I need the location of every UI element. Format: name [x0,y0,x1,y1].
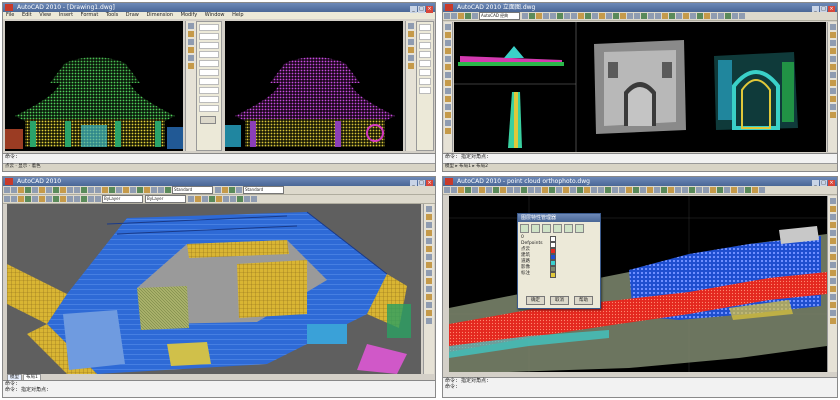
menu-tools[interactable]: Tools [106,12,118,18]
right-toolbar-right [405,21,416,151]
maximize-icon[interactable]: □ [418,6,425,13]
command-text: 命令: 指定对角点: [445,154,490,160]
layer-properties-dialog: 图层特性管理器 0 Defpoints 点云 建筑 道路 影像 标注 确定 取消… [517,213,601,309]
command-line[interactable]: 命令: 指定对角点: 命令: [443,377,837,397]
toolbar-icon[interactable] [408,63,414,69]
command-line-2: 命令: [445,384,459,390]
right-toolbar [423,204,434,374]
menu-edit[interactable]: Edit [22,12,32,18]
panel-button[interactable] [200,116,216,124]
menu-window[interactable]: Window [205,12,225,18]
lineweight-dropdown[interactable]: ByLayer [145,195,186,203]
dim-style-dropdown[interactable]: Standard [243,186,284,194]
window-titlebar: AutoCAD 2010 立面图.dwg _ □ × [443,3,837,13]
menu-insert[interactable]: Insert [59,12,73,18]
command-text: 命令: [5,154,19,160]
layer-refresh-icon[interactable] [575,224,584,233]
toolbar-icon[interactable] [188,39,194,45]
building-3d-viewport[interactable] [7,204,421,374]
layer-new-icon[interactable] [520,224,529,233]
autocad-logo-icon [5,178,13,185]
layer-row[interactable]: 标注 [518,271,600,278]
menu-format[interactable]: Format [81,12,99,18]
cancel-button[interactable]: 取消 [550,296,569,305]
panel-top-right: AutoCAD 2010 立面图.dwg _ □ × AutoCAD 经典 命令… [442,2,838,172]
dialog-title: 图层特性管理器 [518,214,600,222]
window-title: AutoCAD 2010 - point cloud orthophoto.dw… [457,178,590,185]
toolbar-icon[interactable] [408,55,414,61]
status-text: 模型 ▸ 布局1 ▸ 布局2 [445,164,488,169]
minimize-icon[interactable]: _ [410,6,417,13]
command-line[interactable]: 命令: 命令: 指定对角点: [3,380,435,397]
toolbar-row-1: Standard Standard [3,186,435,195]
panel-top-left: AutoCAD 2010 - [Drawing1.dwg] _ □ × File E… [2,2,436,172]
help-button[interactable]: 帮助 [574,296,593,305]
autocad-logo-icon [5,4,13,11]
menu-file[interactable]: File [6,12,14,18]
panel-bottom-left: AutoCAD 2010 _ □ × Standard Standard ByLaye… [2,176,436,398]
toolbar-icon[interactable] [188,63,194,69]
command-line[interactable]: 命令: [3,153,435,163]
toolbar-icon[interactable] [188,47,194,53]
menu-help[interactable]: Help [232,12,243,18]
pointcloud-viewport-green[interactable] [5,21,183,151]
toolbar-icon[interactable] [408,31,414,37]
layer-current-icon[interactable] [553,224,562,233]
window-titlebar: AutoCAD 2010 - point cloud orthophoto.dw… [443,177,837,187]
status-bar: 点云 · 显示 · 着色 [3,163,435,171]
linetype-dropdown[interactable]: ByLayer [102,195,143,203]
workspace-dropdown[interactable]: AutoCAD 经典 [479,12,520,20]
autocad-logo-icon [445,178,453,185]
menu-bar: File Edit View Insert Format Tools Draw … [3,12,435,19]
toolbar-icon[interactable] [188,55,194,61]
toolbar-icon[interactable] [408,39,414,45]
road-pointcloud-viewport[interactable] [449,196,827,372]
window-title: AutoCAD 2010 立面图.dwg [457,4,536,11]
status-text: 点云 · 显示 · 着色 [5,164,41,169]
close-icon[interactable]: × [426,6,433,13]
menu-view[interactable]: View [39,12,51,18]
drawing-viewport[interactable] [454,22,826,152]
window-titlebar: AutoCAD 2010 - [Drawing1.dwg] _ □ × [3,3,435,13]
right-toolbar-left [185,21,196,151]
menu-dimension[interactable]: Dimension [146,12,173,18]
window-title: AutoCAD 2010 [17,178,62,185]
toolbar-row: AutoCAD 经典 [443,12,837,21]
window-titlebar: AutoCAD 2010 _ □ × [3,177,435,187]
layer-filter-icon[interactable] [564,224,573,233]
pointcloud-viewport-magenta[interactable] [225,21,403,151]
status-bar: 模型 ▸ 布局1 ▸ 布局2 [443,163,837,171]
window-title: AutoCAD 2010 - [Drawing1.dwg] [17,4,115,11]
toolbar-icon[interactable] [188,23,194,29]
command-line[interactable]: 命令: 指定对角点: [443,153,837,163]
autocad-logo-icon [445,4,453,11]
text-style-dropdown[interactable]: Standard [172,186,213,194]
layer-delete-icon[interactable] [542,224,551,233]
ok-button[interactable]: 确定 [526,296,545,305]
menu-modify[interactable]: Modify [181,12,198,18]
layer-new-vp-icon[interactable] [531,224,540,233]
panel-bottom-right: AutoCAD 2010 - point cloud orthophoto.dw… [442,176,838,398]
toolbar-icon[interactable] [188,31,194,37]
left-draw-toolbar [444,22,453,152]
toolbar-row [443,186,837,195]
menu-draw[interactable]: Draw [126,12,139,18]
toolbar-row-2: ByLayer ByLayer [3,195,435,204]
properties-panel-right [416,21,434,151]
toolbar-icon[interactable] [408,23,414,29]
right-toolbar [827,22,837,152]
command-line-2: 命令: 指定对角点: [5,387,50,393]
right-toolbar [827,196,837,372]
dialog-toolbar [518,222,600,235]
properties-panel-left [196,21,222,151]
toolbar-icon[interactable] [408,47,414,53]
